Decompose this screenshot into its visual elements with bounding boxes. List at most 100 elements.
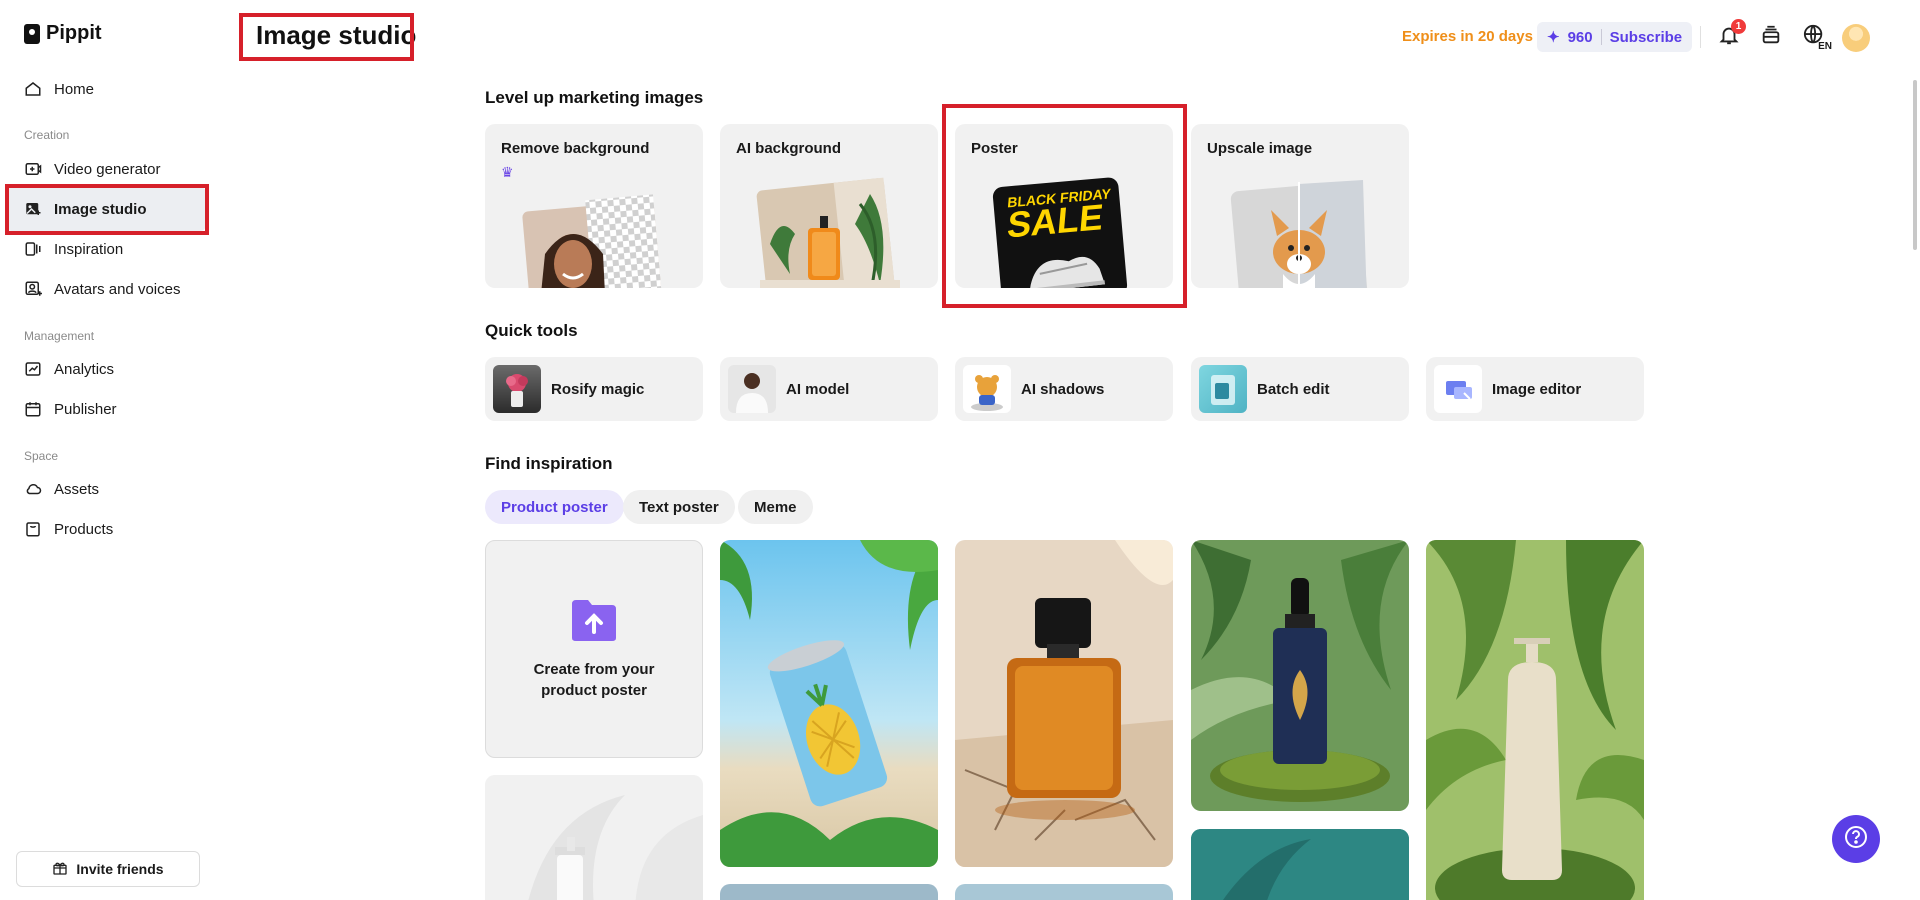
- question-icon: [1844, 825, 1868, 854]
- sidebar-item-inspiration[interactable]: Inspiration: [6, 227, 206, 271]
- stack-icon: [1760, 24, 1782, 51]
- tool-ai-shadows[interactable]: AI shadows: [955, 357, 1173, 421]
- sidebar-item-label: Publisher: [54, 400, 117, 418]
- sidebar-item-label: Avatars and voices: [54, 280, 181, 298]
- inspiration-item-partial-2[interactable]: [720, 884, 938, 900]
- inspiration-item-serum-dropper[interactable]: [1191, 540, 1409, 811]
- tool-label: Rosify magic: [551, 380, 645, 398]
- upscale-preview: [1230, 180, 1368, 288]
- invite-friends-button[interactable]: Invite friends: [16, 851, 200, 887]
- language-code: EN: [1818, 41, 1832, 52]
- section-title-quick-tools: Quick tools: [485, 321, 578, 340]
- subscribe-link[interactable]: Subscribe: [1610, 29, 1683, 46]
- poster-preview: BLACK FRIDAY SALE: [992, 176, 1128, 288]
- help-button[interactable]: [1832, 815, 1880, 863]
- user-avatar[interactable]: [1842, 24, 1870, 52]
- sidebar-item-products[interactable]: Products: [6, 507, 206, 551]
- chip-text-poster[interactable]: Text poster: [623, 490, 735, 524]
- chip-product-poster[interactable]: Product poster: [485, 490, 624, 524]
- sidebar-item-publisher[interactable]: Publisher: [6, 387, 206, 431]
- header-divider: [1700, 26, 1701, 48]
- logo-text: Pippit: [46, 22, 102, 44]
- cloud-icon: [24, 480, 42, 498]
- gift-icon: [52, 860, 68, 879]
- sidebar-item-label: Home: [54, 80, 95, 98]
- ai-shadows-thumbnail: [963, 365, 1011, 413]
- pippit-logo[interactable]: Pippit: [24, 22, 102, 45]
- sidebar-item-label: Assets: [54, 480, 100, 498]
- card-upscale-image[interactable]: Upscale image: [1191, 124, 1409, 288]
- page-scrollbar[interactable]: [1913, 80, 1917, 250]
- serum-dropper-image: [1191, 540, 1409, 811]
- sidebar-section-management: Management: [24, 329, 95, 343]
- ai-model-thumbnail: [728, 365, 776, 413]
- home-icon: [24, 80, 42, 98]
- inspiration-item-lotion-bottle[interactable]: [1426, 540, 1644, 900]
- white-bottle-image: [485, 775, 703, 900]
- sneaker-icon: [1029, 256, 1105, 288]
- sidebar-item-label: Products: [54, 520, 114, 538]
- sidebar: Pippit Home Creation Video generator Ima…: [0, 0, 220, 900]
- create-from-product-poster-card[interactable]: Create from your product poster: [485, 540, 703, 758]
- image-editor-thumbnail: [1434, 365, 1482, 413]
- inspiration-item-partial-3[interactable]: [955, 884, 1173, 900]
- sidebar-item-video-generator[interactable]: Video generator: [6, 147, 206, 191]
- tool-label: AI model: [786, 380, 850, 398]
- credits-pill[interactable]: ✦ 960 Subscribe: [1537, 22, 1693, 52]
- sidebar-item-avatars-voices[interactable]: Avatars and voices: [6, 267, 206, 311]
- section-title-inspiration: Find inspiration: [485, 454, 613, 473]
- tool-ai-model[interactable]: AI model: [720, 357, 938, 421]
- ai-background-preview: [756, 177, 900, 288]
- inspiration-item-pineapple-can[interactable]: [720, 540, 938, 867]
- card-remove-background[interactable]: Remove background ♛: [485, 124, 703, 288]
- inspiration-icon: [24, 240, 42, 258]
- sidebar-item-label: Image studio: [54, 200, 147, 218]
- sidebar-item-home[interactable]: Home: [6, 67, 206, 111]
- tool-label: Batch edit: [1257, 380, 1330, 398]
- batch-edit-thumbnail: [1199, 365, 1247, 413]
- card-poster[interactable]: Poster BLACK FRIDAY SALE: [955, 124, 1173, 288]
- tool-rosify-magic[interactable]: Rosify magic: [485, 357, 703, 421]
- sidebar-item-analytics[interactable]: Analytics: [6, 347, 206, 391]
- inspiration-item-white-bottle[interactable]: [485, 775, 703, 900]
- section-title-marketing: Level up marketing images: [485, 88, 704, 107]
- tool-image-editor[interactable]: Image editor: [1426, 357, 1644, 421]
- credits-count: 960: [1567, 28, 1593, 46]
- logo-icon: [24, 23, 40, 44]
- sidebar-section-space: Space: [24, 449, 59, 463]
- folder-upload-icon: [570, 598, 618, 647]
- perfume-bottle-image: [955, 540, 1173, 867]
- tool-batch-edit[interactable]: Batch edit: [1191, 357, 1409, 421]
- inspiration-item-teal[interactable]: [1191, 829, 1409, 900]
- sidebar-item-label: Inspiration: [54, 240, 124, 258]
- language-button[interactable]: EN: [1796, 22, 1832, 52]
- tool-label: Image editor: [1492, 380, 1582, 398]
- rosify-thumbnail: [493, 365, 541, 413]
- video-plus-icon: [24, 160, 42, 178]
- calendar-icon: [24, 400, 42, 418]
- avatar-icon: [24, 280, 42, 298]
- pineapple-can-image: [720, 540, 938, 867]
- sparkle-icon: ✦: [1547, 29, 1560, 46]
- sidebar-item-assets[interactable]: Assets: [6, 467, 206, 511]
- page-title: Image studio: [256, 20, 417, 50]
- sidebar-item-label: Video generator: [54, 160, 161, 178]
- notification-badge: 1: [1731, 19, 1746, 34]
- chip-meme[interactable]: Meme: [738, 490, 813, 524]
- notification-button[interactable]: 1: [1714, 19, 1746, 52]
- create-card-text: Create from your product poster: [533, 660, 655, 699]
- credits-divider: [1600, 29, 1602, 45]
- sidebar-item-image-studio[interactable]: Image studio: [6, 187, 206, 231]
- remove-background-preview: [522, 194, 662, 288]
- invite-friends-label: Invite friends: [76, 861, 164, 877]
- expiry-notice[interactable]: Expires in 20 days: [1402, 28, 1533, 45]
- card-ai-background[interactable]: AI background: [720, 124, 938, 288]
- sidebar-section-creation: Creation: [24, 128, 70, 142]
- image-studio-icon: [24, 200, 42, 218]
- tasks-button[interactable]: [1756, 22, 1786, 52]
- tool-label: AI shadows: [1021, 380, 1105, 398]
- inspiration-item-perfume-bottle[interactable]: [955, 540, 1173, 867]
- product-box-icon: [24, 520, 42, 538]
- teal-leaf-image: [1191, 829, 1409, 900]
- sidebar-item-label: Analytics: [54, 360, 115, 378]
